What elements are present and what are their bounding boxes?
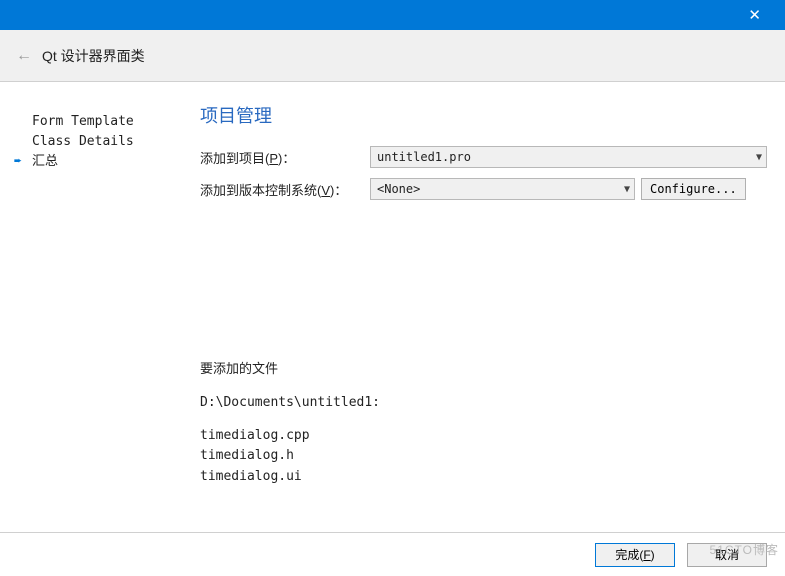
sidebar-item-label: Class Details (32, 131, 134, 153)
add-to-project-row: 添加到项目(P)： untitled1.pro ▼ (200, 146, 767, 168)
add-to-project-label: 添加到项目(P)： (200, 148, 370, 167)
close-icon[interactable]: ✕ (740, 2, 769, 28)
vcs-dropdown[interactable]: <None> ▼ (370, 178, 635, 200)
project-dropdown[interactable]: untitled1.pro ▼ (370, 146, 767, 168)
chevron-down-icon: ▼ (624, 184, 630, 195)
add-to-vcs-label: 添加到版本控制系统(V)： (200, 180, 370, 199)
file-item: timedialog.cpp (200, 426, 767, 447)
wizard-header: ← Qt 设计器界面类 (0, 30, 785, 82)
chevron-down-icon: ▼ (756, 152, 762, 163)
add-to-vcs-row: 添加到版本控制系统(V)： <None> ▼ Configure... (200, 178, 767, 200)
files-path: D:\Documents\untitled1: (200, 393, 767, 414)
title-bar: ✕ (0, 0, 785, 30)
cancel-button[interactable]: 取消 (687, 543, 767, 567)
section-title: 项目管理 (200, 102, 767, 128)
main-panel: 项目管理 添加到项目(P)： untitled1.pro ▼ 添加到版本控制系统… (180, 82, 785, 532)
configure-button[interactable]: Configure... (641, 178, 746, 200)
vcs-dropdown-value: <None> (377, 182, 420, 196)
file-item: timedialog.h (200, 446, 767, 467)
finish-button[interactable]: 完成(F) (595, 543, 675, 567)
back-arrow-icon[interactable]: ← (16, 47, 32, 65)
sidebar-item-label: Form Template (32, 111, 134, 133)
sidebar-item-class-details: Class Details (34, 132, 180, 152)
wizard-footer: 完成(F) 取消 (0, 532, 785, 576)
project-dropdown-value: untitled1.pro (377, 150, 471, 164)
files-to-add-section: 要添加的文件 D:\Documents\untitled1: timedialo… (200, 360, 767, 488)
files-heading: 要添加的文件 (200, 360, 767, 381)
sidebar-item-summary: ➨ 汇总 (34, 152, 180, 172)
wizard-steps-sidebar: Form Template Class Details ➨ 汇总 (0, 82, 180, 532)
sidebar-item-form-template: Form Template (34, 112, 180, 132)
header-title: Qt 设计器界面类 (42, 46, 145, 66)
sidebar-item-label: 汇总 (32, 151, 58, 173)
step-arrow-icon: ➨ (14, 151, 32, 173)
file-item: timedialog.ui (200, 467, 767, 488)
content-area: Form Template Class Details ➨ 汇总 项目管理 添加… (0, 82, 785, 532)
